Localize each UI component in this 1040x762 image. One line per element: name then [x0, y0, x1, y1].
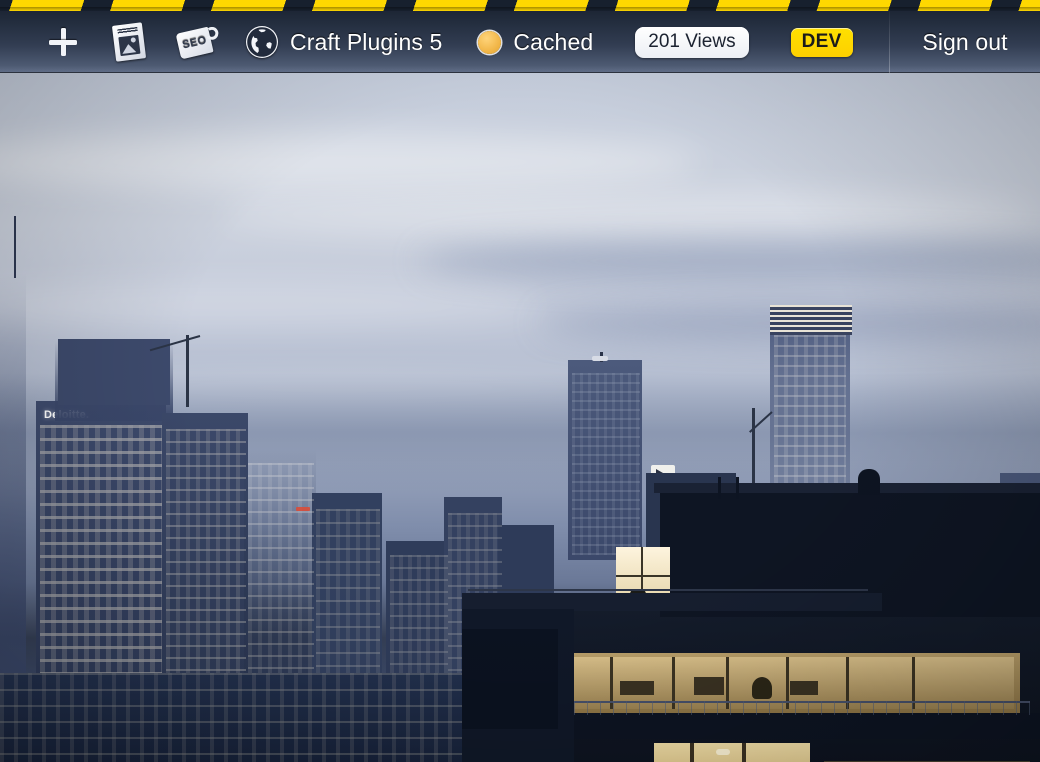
tower-crown-bands	[770, 305, 852, 335]
seo-tag-icon: SEO	[175, 25, 223, 60]
lower-ceiling-light	[716, 749, 730, 755]
guide-button[interactable]	[111, 11, 147, 73]
live-preview-window: SEO Craft Plugins 5 Cached 201 Views DEV…	[0, 0, 1040, 762]
guide-doc-icon	[111, 22, 147, 62]
cloud-band	[220, 191, 1040, 237]
site-selector[interactable]: Craft Plugins 5	[246, 11, 442, 73]
preview-photo[interactable]: Deloitte.	[0, 73, 1040, 762]
tower-roof-dish	[592, 356, 608, 361]
cache-status-label: Cached	[513, 28, 594, 55]
rooftop-vent	[858, 469, 880, 495]
site-name-label: Craft Plugins 5	[290, 28, 443, 55]
lower-window-mullion	[690, 743, 694, 762]
cache-status[interactable]: Cached	[478, 11, 593, 73]
interior-furniture	[620, 681, 654, 695]
foreground-left-wing-shadow	[462, 629, 558, 729]
spire-left	[14, 216, 16, 278]
preview-toolbar: SEO Craft Plugins 5 Cached 201 Views DEV…	[0, 11, 1040, 73]
lit-floor-lower	[654, 743, 810, 762]
lowrise-lights	[0, 673, 470, 762]
environment-indicator[interactable]: DEV	[790, 11, 853, 73]
rooftop-light	[296, 507, 310, 511]
sign-out-button[interactable]: Sign out	[890, 11, 1040, 73]
window-grid	[40, 425, 162, 687]
sign-out-label: Sign out	[922, 28, 1008, 55]
caution-stripe	[0, 0, 1040, 11]
views-badge: 201 Views	[635, 26, 749, 58]
caution-stripe-shadow	[0, 7, 1040, 11]
interior-furniture	[694, 677, 724, 695]
rooftop-parapet	[736, 477, 739, 499]
dev-badge: DEV	[790, 27, 853, 57]
seo-tag-label: SEO	[181, 34, 208, 52]
status-dot-icon	[478, 30, 502, 54]
lower-window-mullion	[742, 743, 746, 762]
window-mullion	[616, 575, 670, 577]
window-grid	[166, 429, 246, 699]
interior-furniture	[790, 681, 818, 695]
toolbar-items: SEO Craft Plugins 5 Cached 201 Views DEV	[0, 11, 889, 73]
views-counter[interactable]: 201 Views	[635, 11, 749, 73]
globe-icon	[246, 26, 278, 58]
terrace-railing	[468, 589, 868, 591]
add-entry-button[interactable]	[46, 11, 80, 73]
window-grid	[572, 373, 640, 555]
crane-mast-left	[186, 335, 189, 407]
penthouse-roof-cap	[654, 483, 1040, 493]
seo-button[interactable]: SEO	[175, 11, 223, 73]
building-slender-left	[0, 273, 26, 693]
balcony-plant	[752, 677, 772, 699]
plus-icon	[46, 25, 80, 59]
rooftop-parapet	[718, 477, 721, 499]
